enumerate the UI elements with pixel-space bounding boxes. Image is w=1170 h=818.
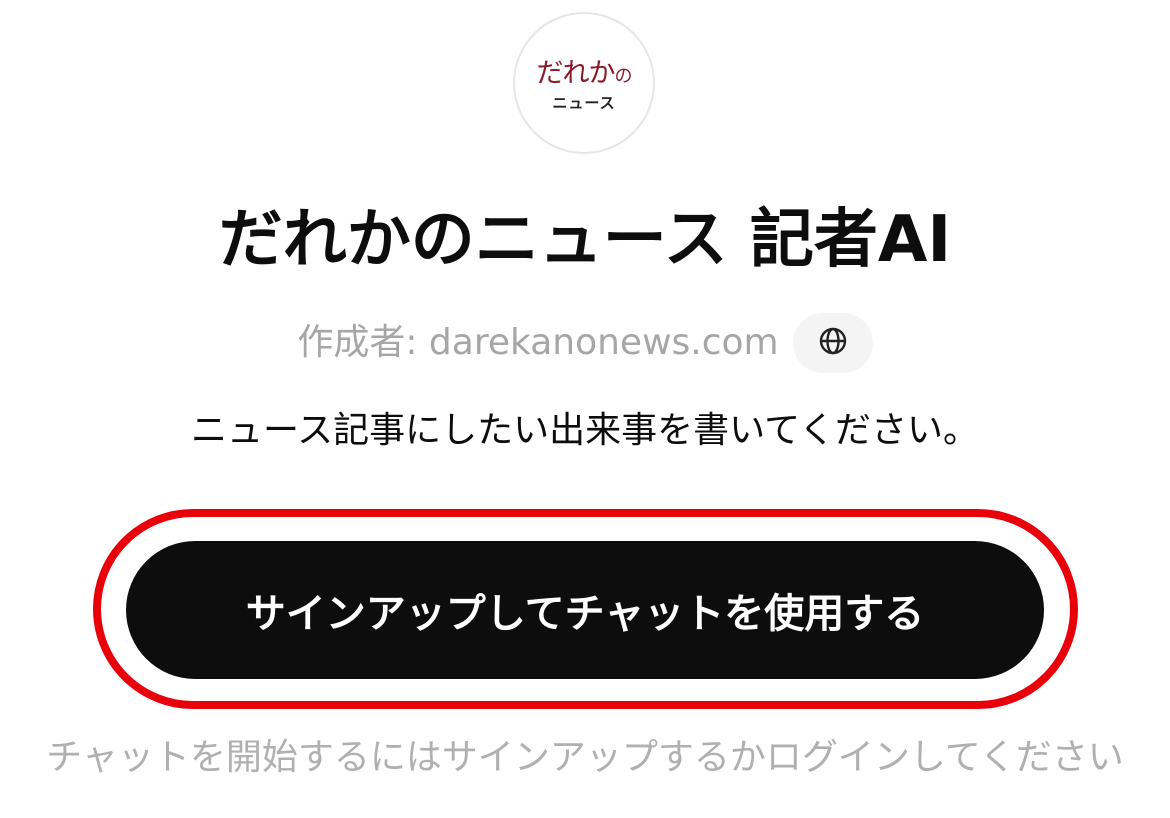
author-label: 作成者: darekanonews.com (297, 322, 779, 363)
logo-main-text: だれかの (536, 57, 633, 89)
gpt-logo: だれかの ニュース (513, 12, 655, 154)
gpt-title: だれかのニュース 記者AI (218, 203, 952, 277)
gpt-description: ニュース記事にしたい出来事を書いてください。 (190, 410, 980, 451)
logo-sub-text: ニュース (552, 93, 616, 112)
globe-icon (818, 326, 848, 360)
website-link-button[interactable] (792, 313, 873, 373)
author-row: 作成者: darekanonews.com (0, 310, 1170, 376)
logo-small-text: の (614, 65, 633, 87)
signup-to-chat-button[interactable]: サインアップしてチャットを使用する (126, 541, 1044, 679)
signup-notice: チャットを開始するにはサインアップするかログインしてください (46, 737, 1124, 778)
